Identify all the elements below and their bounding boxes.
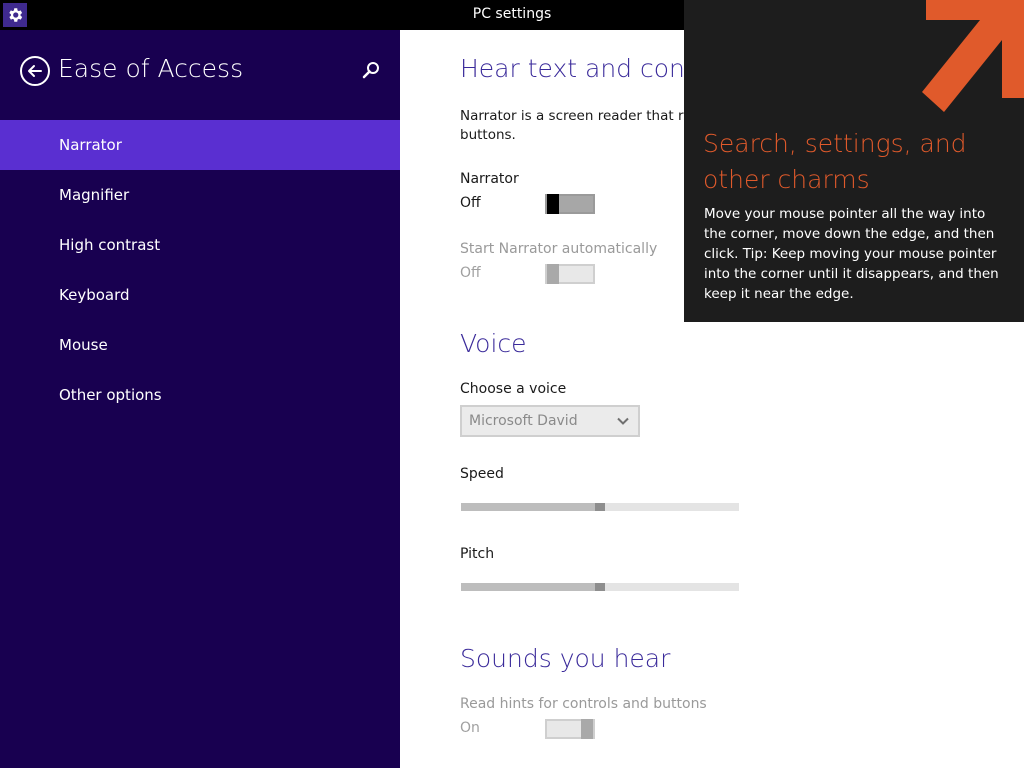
sidebar-heading: Ease of Access: [58, 54, 244, 83]
start-narrator-auto-label: Start Narrator automatically: [460, 241, 658, 257]
voice-select-value: Microsoft David: [469, 413, 578, 429]
narrator-state: Off: [460, 195, 481, 211]
sidebar-item-label: Magnifier: [59, 186, 130, 204]
search-icon[interactable]: [360, 60, 382, 82]
sidebar-item-label: Keyboard: [59, 286, 130, 304]
sidebar-item-label: Mouse: [59, 336, 108, 354]
sidebar-item-keyboard[interactable]: Keyboard: [0, 270, 400, 320]
narrator-description-line2: buttons.: [460, 127, 516, 143]
slider-fill: [461, 583, 595, 591]
sidebar-nav: Narrator Magnifier High contrast Keyboar…: [0, 120, 400, 420]
charms-tooltip: Search, settings, and other charms Move …: [684, 0, 1024, 322]
speed-label: Speed: [460, 466, 504, 482]
sidebar-item-narrator[interactable]: Narrator: [0, 120, 400, 170]
choose-voice-label: Choose a voice: [460, 381, 567, 397]
speed-slider[interactable]: [461, 503, 739, 511]
slider-fill: [461, 503, 595, 511]
narrator-description-line1: Narrator is a screen reader that reac: [460, 108, 708, 124]
chevron-down-icon: [617, 417, 629, 425]
sidebar-item-label: Narrator: [59, 136, 122, 154]
start-narrator-auto-toggle[interactable]: [545, 264, 595, 284]
sidebar-item-label: High contrast: [59, 236, 161, 254]
section-title-hear-text: Hear text and contro: [460, 54, 720, 83]
read-hints-toggle[interactable]: [545, 719, 595, 739]
corner-arrow-icon: [922, 0, 1024, 112]
read-hints-label: Read hints for controls and buttons: [460, 696, 707, 712]
section-title-voice: Voice: [460, 329, 527, 358]
sidebar-header: Ease of Access: [0, 30, 400, 120]
tooltip-title: Search, settings, and other charms: [703, 129, 967, 194]
pitch-slider[interactable]: [461, 583, 739, 591]
section-title-sounds: Sounds you hear: [460, 644, 671, 673]
sidebar-item-label: Other options: [59, 386, 162, 404]
slider-thumb[interactable]: [595, 583, 605, 591]
sidebar-item-mouse[interactable]: Mouse: [0, 320, 400, 370]
narrator-toggle[interactable]: [545, 194, 595, 214]
narrator-label: Narrator: [460, 171, 519, 187]
toggle-knob: [581, 719, 593, 739]
back-arrow-icon[interactable]: [20, 56, 50, 86]
read-hints-state: On: [460, 720, 480, 736]
voice-select[interactable]: Microsoft David: [460, 405, 640, 437]
slider-thumb[interactable]: [595, 503, 605, 511]
start-narrator-auto-state: Off: [460, 265, 481, 281]
sidebar-item-magnifier[interactable]: Magnifier: [0, 170, 400, 220]
sidebar: Ease of Access Narrator Magnifier High c…: [0, 30, 400, 768]
tooltip-body: Move your mouse pointer all the way into…: [704, 206, 999, 302]
toggle-knob: [547, 264, 559, 284]
sidebar-item-high-contrast[interactable]: High contrast: [0, 220, 400, 270]
toggle-knob: [547, 194, 559, 214]
sidebar-item-other-options[interactable]: Other options: [0, 370, 400, 420]
pitch-label: Pitch: [460, 546, 495, 562]
